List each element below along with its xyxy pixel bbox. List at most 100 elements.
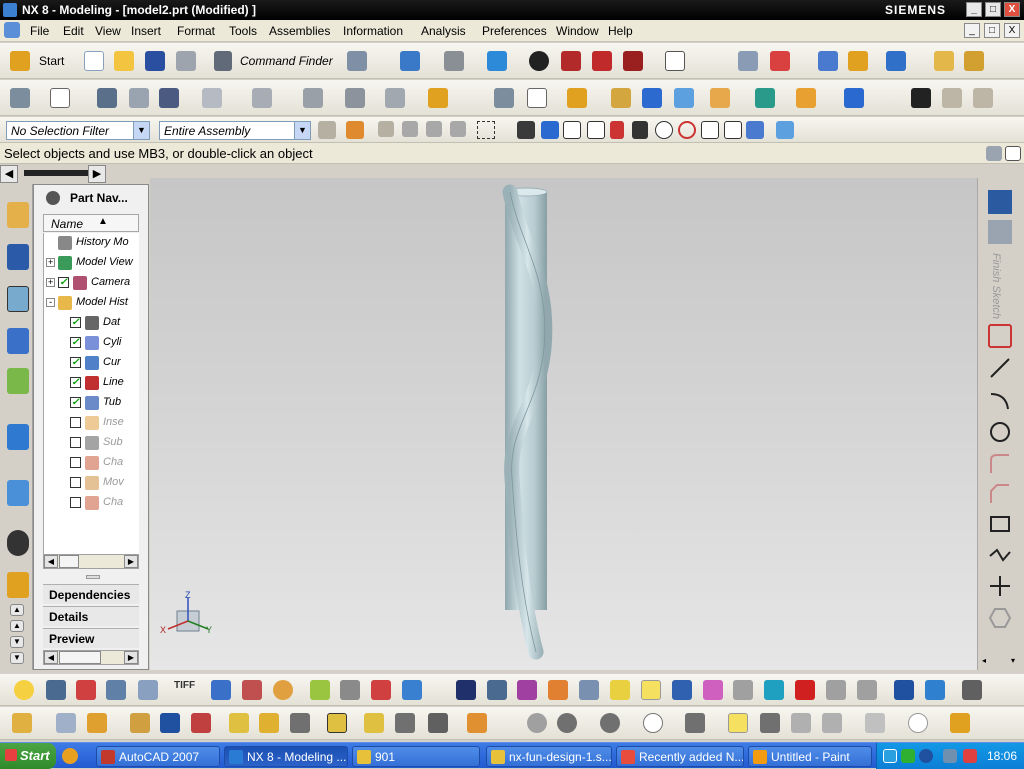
part-navigator-icon[interactable]: [7, 286, 29, 312]
view-triad-icon[interactable]: [487, 680, 507, 700]
menu-assemblies[interactable]: Assemblies: [269, 24, 330, 38]
gray-box-icon-2[interactable]: [857, 680, 877, 700]
close-button[interactable]: X: [1004, 2, 1020, 17]
chrome-quicklaunch-icon[interactable]: [62, 748, 78, 764]
lightbulb-icon[interactable]: [14, 680, 34, 700]
menu-edit[interactable]: Edit: [63, 24, 84, 38]
resource-scroll-thumb[interactable]: [24, 170, 90, 176]
no-entry-icon[interactable]: [643, 713, 663, 733]
name-column-header[interactable]: Name ▲: [43, 214, 139, 232]
select-highlight-icon[interactable]: [728, 713, 748, 733]
sequence-icon[interactable]: [290, 713, 310, 733]
taskbar-button[interactable]: NX 8 - Modeling ...: [224, 746, 348, 767]
shading-toggle-icon[interactable]: [529, 51, 549, 71]
details-panel[interactable]: Details: [43, 606, 139, 626]
assembly-navigator-icon[interactable]: [7, 202, 29, 228]
cloud-icon[interactable]: [703, 680, 723, 700]
dependencies-panel[interactable]: Dependencies: [43, 584, 139, 604]
selection-filter-dropdown[interactable]: No Selection Filter ▼: [6, 121, 150, 140]
rectangle-tool-icon[interactable]: [988, 512, 1012, 536]
chevron-down-icon[interactable]: ▾: [1011, 656, 1021, 666]
shell-icon[interactable]: [844, 88, 864, 108]
visibility-checkbox[interactable]: ✓: [70, 317, 81, 328]
visibility-checkbox[interactable]: [70, 457, 81, 468]
start-menu-button[interactable]: Start: [0, 743, 56, 769]
route-icon[interactable]: [428, 713, 448, 733]
highlight-icon[interactable]: [641, 680, 661, 700]
expand-icon[interactable]: +: [46, 278, 55, 287]
scroll-right-icon[interactable]: ▶: [124, 651, 138, 664]
chevron-down-icon[interactable]: ▼: [133, 122, 149, 139]
status-icon-1[interactable]: [986, 146, 1002, 161]
line-tool-icon[interactable]: [988, 356, 1012, 380]
visibility-checkbox[interactable]: ✓: [70, 357, 81, 368]
intersection-curve-icon[interactable]: [345, 88, 365, 108]
prohibit-icon[interactable]: [908, 713, 928, 733]
chevron-down-icon[interactable]: ▼: [294, 122, 310, 139]
tree-row[interactable]: ✓ Line: [44, 373, 139, 393]
add-component-icon[interactable]: [87, 713, 107, 733]
sort-ascending-icon[interactable]: ▲: [98, 216, 108, 227]
command-finder-button[interactable]: Command Finder: [240, 54, 333, 68]
select-component-icon[interactable]: [450, 121, 466, 137]
visibility-checkbox[interactable]: [70, 417, 81, 428]
sketch-task-icon[interactable]: [988, 190, 1012, 214]
point-tool-icon[interactable]: [988, 574, 1012, 598]
show-hide-icon[interactable]: [402, 680, 422, 700]
menu-preferences[interactable]: Preferences: [482, 24, 547, 38]
minimize-button[interactable]: _: [966, 2, 982, 17]
expand-icon[interactable]: +: [46, 258, 55, 267]
point-constructor-icon[interactable]: [746, 121, 764, 139]
measure-angle-icon[interactable]: [964, 51, 984, 71]
rectangle-select-icon[interactable]: [477, 121, 495, 139]
tree-row[interactable]: ✓ Dat: [44, 313, 139, 333]
tree-row[interactable]: Mov: [44, 473, 139, 493]
maximize-button[interactable]: □: [985, 2, 1001, 17]
mid-point-icon[interactable]: [587, 121, 605, 139]
scroll-up-icon[interactable]: ▲: [10, 604, 24, 616]
new-file-icon[interactable]: [84, 51, 104, 71]
selection-scope-dropdown[interactable]: Entire Assembly ▼: [159, 121, 311, 140]
q-tray-icon[interactable]: [901, 749, 915, 763]
object-display-icon[interactable]: [310, 680, 330, 700]
polyline-tool-icon[interactable]: [988, 542, 1012, 566]
scroll-down-icon[interactable]: ▼: [10, 636, 24, 648]
scroll-up-icon[interactable]: ▲: [10, 620, 24, 632]
finish-sketch-icon[interactable]: [988, 220, 1012, 244]
snap-icon[interactable]: [818, 51, 838, 71]
hide-icon[interactable]: [340, 680, 360, 700]
trim-body-icon[interactable]: [796, 88, 816, 108]
camera-icon[interactable]: [46, 680, 66, 700]
mate-component-icon[interactable]: [160, 713, 180, 733]
image-capture-icon[interactable]: [211, 680, 231, 700]
menu-file[interactable]: File: [30, 24, 49, 38]
record-icon[interactable]: [942, 88, 962, 108]
select-body-icon[interactable]: [426, 121, 442, 137]
person-icon[interactable]: [760, 713, 780, 733]
select-face-icon[interactable]: [402, 121, 418, 137]
profile-icon[interactable]: [159, 88, 179, 108]
collapse-icon[interactable]: -: [46, 298, 55, 307]
shaded-sphere-icon[interactable]: [527, 713, 547, 733]
visibility-checkbox[interactable]: ✓: [70, 377, 81, 388]
plane-group-icon[interactable]: [527, 88, 547, 108]
hidden-sphere-icon[interactable]: [600, 713, 620, 733]
hole-icon[interactable]: [611, 88, 631, 108]
start-icon[interactable]: [10, 51, 30, 71]
menu-tools[interactable]: Tools: [229, 24, 257, 38]
layer-icon[interactable]: [456, 680, 476, 700]
mail-tray-icon[interactable]: [883, 749, 897, 763]
cloud-gray-icon[interactable]: [733, 680, 753, 700]
project-curve-icon[interactable]: [303, 88, 323, 108]
hand-tool-icon[interactable]: [610, 680, 630, 700]
show-icon[interactable]: [371, 680, 391, 700]
scroll-thumb[interactable]: [59, 555, 79, 568]
view-group-icon[interactable]: [467, 713, 487, 733]
part-family-icon[interactable]: [327, 713, 347, 733]
drawing-icon[interactable]: [894, 680, 914, 700]
wcs-icon[interactable]: [770, 51, 790, 71]
attach-icon[interactable]: [364, 713, 384, 733]
dots-grid-icon[interactable]: [865, 713, 885, 733]
roles-icon[interactable]: [7, 572, 29, 598]
tree-row[interactable]: ✓ Cyli: [44, 333, 139, 353]
